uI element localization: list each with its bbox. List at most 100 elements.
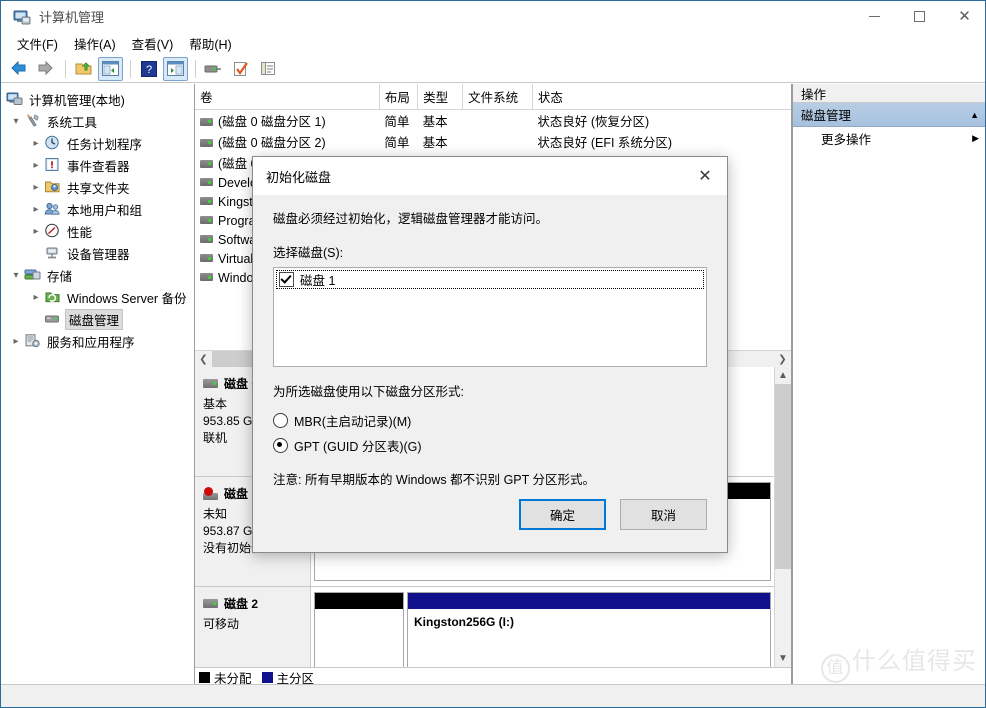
refresh-icon[interactable] xyxy=(228,57,253,81)
menu-help[interactable]: 帮助(H) xyxy=(181,32,239,55)
tree-item-label: 本地用户和组 xyxy=(67,203,143,218)
tree-item-system-tools[interactable]: ▾ 系统工具 xyxy=(2,110,194,132)
radio-option-mbr[interactable]: MBR(主启动记录)(M) xyxy=(273,408,707,433)
help-icon[interactable]: ? xyxy=(136,57,161,81)
radio-mbr-icon[interactable] xyxy=(273,413,288,428)
computer-icon xyxy=(6,91,23,107)
tree-item-services-and-applications[interactable]: ▸ 服务和应用程序 xyxy=(2,330,194,352)
tree-item-performance[interactable]: ▸ 性能 xyxy=(2,220,194,242)
volume-icon xyxy=(200,216,213,225)
column-header-volume[interactable]: 卷 xyxy=(195,84,380,110)
tree-item-task-scheduler[interactable]: ▸ 任务计划程序 xyxy=(2,132,194,154)
dialog-close-button[interactable]: ✕ xyxy=(683,157,727,195)
disk-row-2[interactable]: 磁盘 2 可移动 Kingston256G (I:) xyxy=(195,587,774,667)
partition[interactable]: Kingston256G (I:) xyxy=(407,592,771,667)
close-button[interactable]: ✕ xyxy=(942,1,985,32)
scroll-up-icon[interactable]: ▲ xyxy=(775,367,791,384)
column-header-filesystem[interactable]: 文件系统 xyxy=(462,84,533,110)
disk-header-2[interactable]: 磁盘 2 可移动 xyxy=(195,587,311,667)
column-header-type[interactable]: 类型 xyxy=(417,84,464,110)
export-list-icon[interactable] xyxy=(255,57,280,81)
column-header-layout[interactable]: 布局 xyxy=(379,84,419,110)
properties-icon[interactable] xyxy=(201,57,226,81)
backup-icon xyxy=(44,289,61,305)
close-icon: ✕ xyxy=(958,8,971,25)
show-console-tree-icon[interactable] xyxy=(98,56,123,81)
menu-file[interactable]: 文件(F) xyxy=(9,32,66,55)
tree-item-disk-management[interactable]: 磁盘管理 xyxy=(2,308,194,330)
dialog-title: 初始化磁盘 xyxy=(266,169,332,185)
tree-item-label: 事件查看器 xyxy=(67,159,130,174)
cell-filesystem xyxy=(463,110,533,132)
title-bar: 计算机管理 ✕ xyxy=(1,1,985,32)
forward-icon[interactable] xyxy=(33,57,58,81)
tree-item-device-manager[interactable]: 设备管理器 xyxy=(2,242,194,264)
cell-volume: (磁盘 0 磁盘分区 2) xyxy=(195,131,379,152)
partition[interactable] xyxy=(314,592,404,667)
ok-button[interactable]: 确定 xyxy=(519,499,606,530)
dialog-title-bar: 初始化磁盘 ✕ xyxy=(253,157,727,195)
volume-icon xyxy=(200,178,213,187)
chevron-down-icon[interactable]: ▾ xyxy=(8,116,24,127)
menu-action[interactable]: 操作(A) xyxy=(66,32,124,55)
chevron-up-icon[interactable]: ▲ xyxy=(970,110,979,120)
radio-option-gpt[interactable]: GPT (GUID 分区表)(G) xyxy=(273,433,707,458)
disk-listbox[interactable]: 磁盘 1 xyxy=(273,267,707,367)
back-icon[interactable] xyxy=(6,57,31,81)
minimize-button[interactable] xyxy=(852,1,897,32)
chevron-right-icon[interactable]: ▸ xyxy=(28,204,44,215)
menu-view[interactable]: 查看(V) xyxy=(124,32,182,55)
services-icon xyxy=(24,333,41,349)
chevron-right-icon[interactable]: ▸ xyxy=(28,160,44,171)
cell-layout: 简单 xyxy=(384,115,410,129)
dialog-description: 磁盘必须经过初始化，逻辑磁盘管理器才能访问。 xyxy=(273,212,549,226)
clock-icon xyxy=(44,135,61,151)
partition-style-label: 为所选磁盘使用以下磁盘分区形式: xyxy=(273,385,464,399)
disk-line: 可移动 xyxy=(203,617,240,631)
tree-item-shared-folders[interactable]: ▸ 共享文件夹 xyxy=(2,176,194,198)
dialog-footer: 确定 取消 xyxy=(519,499,707,530)
scroll-right-icon[interactable]: ❯ xyxy=(774,350,791,367)
scroll-left-icon[interactable]: ❮ xyxy=(195,350,212,367)
status-bar xyxy=(1,684,985,707)
cell-filesystem xyxy=(463,131,533,152)
disk-icon xyxy=(203,599,218,608)
chevron-right-icon[interactable]: ▸ xyxy=(28,138,44,149)
chevron-right-icon[interactable]: ▸ xyxy=(8,336,24,347)
graphview-vscrollbar[interactable]: ▲ ▼ xyxy=(774,367,791,667)
volume-icon xyxy=(200,138,213,147)
vscroll-thumb[interactable] xyxy=(775,384,791,569)
computer-management-icon xyxy=(13,8,31,26)
radio-gpt-icon[interactable] xyxy=(273,438,288,453)
chevron-right-icon[interactable]: ▶ xyxy=(972,133,979,144)
tree-item-label: 共享文件夹 xyxy=(67,181,130,196)
table-row[interactable]: (磁盘 0 磁盘分区 1) 简单 基本 状态良好 (恢复分区) 450 ME xyxy=(195,110,791,132)
chevron-right-icon[interactable]: ▸ xyxy=(28,226,44,237)
tree-item-storage[interactable]: ▾ 存储 xyxy=(2,264,194,286)
action-item-more-actions[interactable]: 更多操作 ▶ xyxy=(793,127,985,149)
window-title: 计算机管理 xyxy=(39,10,105,25)
actions-group-disk-management[interactable]: 磁盘管理 ▲ xyxy=(793,103,985,127)
tree-item-local-users-groups[interactable]: ▸ 本地用户和组 xyxy=(2,198,194,220)
tree-item-label: 设备管理器 xyxy=(67,247,130,262)
show-action-pane-icon[interactable] xyxy=(163,56,188,81)
chevron-down-icon[interactable]: ▾ xyxy=(8,270,24,281)
computer-management-window: 计算机管理 ✕ 文件(F) 操作(A) 查看(V) 帮助(H) ? 计算机管理(… xyxy=(0,0,986,708)
chevron-right-icon[interactable]: ▸ xyxy=(28,182,44,193)
tree-item-computer-management[interactable]: 计算机管理(本地) xyxy=(2,88,194,110)
maximize-button[interactable] xyxy=(897,1,942,32)
scroll-down-icon[interactable]: ▼ xyxy=(775,650,791,667)
cancel-button[interactable]: 取消 xyxy=(620,499,707,530)
disk-list-item-label: 磁盘 1 xyxy=(300,274,336,288)
tree-item-windows-server-backup[interactable]: ▸ Windows Server 备份 xyxy=(2,286,194,308)
users-icon xyxy=(44,201,61,217)
disk-list-item[interactable]: 磁盘 1 xyxy=(276,270,704,289)
actions-pane: 操作 磁盘管理 ▲ 更多操作 ▶ xyxy=(792,84,985,686)
up-folder-icon[interactable] xyxy=(71,57,96,81)
tree-item-event-viewer[interactable]: ▸ 事件查看器 xyxy=(2,154,194,176)
column-header-status[interactable]: 状态 xyxy=(532,84,791,110)
cell-type: 基本 xyxy=(422,115,448,129)
chevron-right-icon[interactable]: ▸ xyxy=(28,292,44,303)
disk-checkbox[interactable] xyxy=(279,272,294,287)
table-row[interactable]: (磁盘 0 磁盘分区 2) 简单 基本 状态良好 (EFI 系统分区) 100 … xyxy=(195,131,791,152)
